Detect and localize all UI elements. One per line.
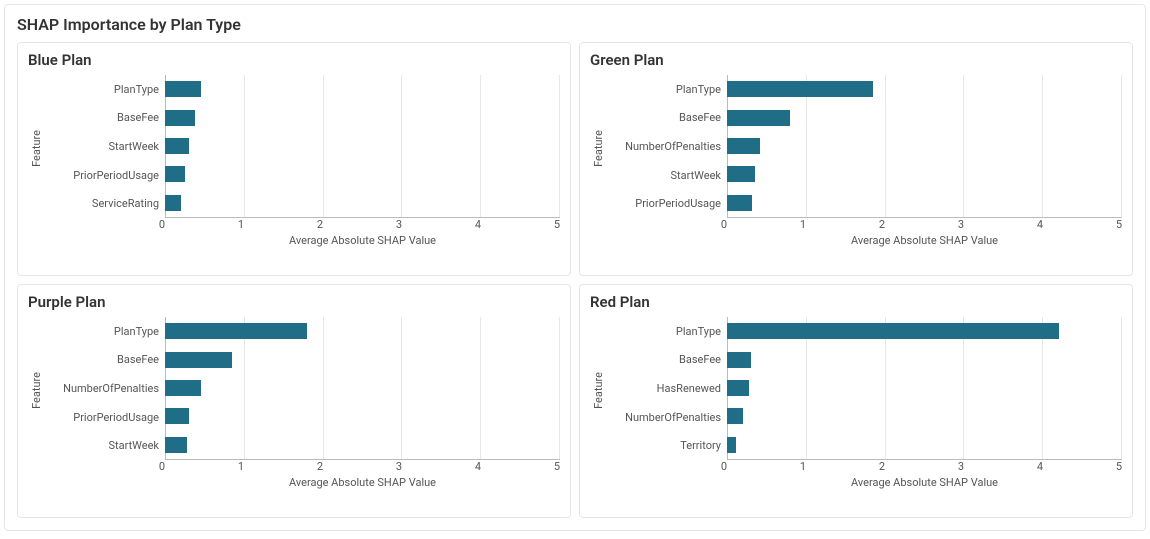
panel-title: Blue Plan [28, 51, 560, 69]
chart-body: Feature PlanType BaseFee NumberOfPenalties S… [590, 75, 1122, 250]
category-label: HasRenewed [657, 382, 721, 395]
x-axis: 012345 Average Absolute SHAP Value [727, 460, 1122, 492]
x-ticks: 012345 [727, 218, 1122, 232]
chart-body: FeaturePlanTypeBaseFeeNumberOfPenaltiesP… [28, 317, 560, 492]
bars-region [165, 317, 560, 460]
chart-panel: Purple Plan Feature PlanType BaseFee NumberO… [17, 284, 571, 518]
x-axis-label: Average Absolute SHAP Value [165, 234, 560, 247]
category-label: PriorPeriodUsage [635, 197, 721, 210]
bar [165, 166, 185, 182]
y-axis-label: Feature [590, 372, 607, 409]
bar [165, 323, 307, 339]
bar [727, 323, 1059, 339]
x-ticks: 012345 [165, 218, 560, 232]
chart-panel: Red Plan Feature PlanType BaseFee HasRenewed… [579, 284, 1133, 518]
x-axis-label: Average Absolute SHAP Value [727, 234, 1122, 247]
category-label: PlanType [676, 325, 721, 338]
bars-region [165, 75, 560, 218]
bar [727, 81, 873, 97]
x-axis-label: Average Absolute SHAP Value [165, 476, 560, 489]
plot: PlanType BaseFee StartWeek PriorPeriodUsage… [45, 75, 560, 250]
bars-region [727, 317, 1122, 460]
x-axis-label: Average Absolute SHAP Value [727, 476, 1122, 489]
chart-panel: Green Plan Feature PlanType BaseFee NumberOf… [579, 42, 1133, 276]
bar [727, 408, 743, 424]
bar [165, 81, 201, 97]
category-label: PlanType [114, 83, 159, 96]
y-axis-label: Feature [28, 372, 45, 409]
dashboard-panel: SHAP Importance by Plan Type Blue Plan Fe… [4, 4, 1146, 531]
bar [165, 110, 195, 126]
category-label: NumberOfPenalties [625, 411, 721, 424]
bar [165, 380, 201, 396]
x-axis: 012345 Average Absolute SHAP Value [727, 218, 1122, 250]
bar [727, 437, 736, 453]
category-label: ServiceRating [92, 197, 159, 210]
plot-area: PlanType BaseFee NumberOfPenalties StartWee… [607, 75, 1122, 218]
category-label: PlanType [114, 325, 159, 338]
bar [727, 110, 790, 126]
category-label: StartWeek [108, 439, 159, 452]
bar [727, 352, 751, 368]
plot: PlanType BaseFee HasRenewed NumberOfPenalti… [607, 317, 1122, 492]
panel-title: Red Plan [590, 293, 1122, 311]
bar [165, 408, 189, 424]
bar [727, 195, 752, 211]
plot-area: PlanType BaseFee NumberOfPenalties PriorPer… [45, 317, 560, 460]
category-labels: PlanType BaseFee StartWeek PriorPeriodUsage… [45, 75, 165, 218]
bars [165, 317, 560, 459]
bar [165, 437, 187, 453]
bars [727, 75, 1122, 217]
plot-area: PlanType BaseFee StartWeek PriorPeriodUsage… [45, 75, 560, 218]
bars-region [727, 75, 1122, 218]
category-labels: PlanType BaseFee NumberOfPenalties StartWee… [607, 75, 727, 218]
category-label: NumberOfPenalties [63, 382, 159, 395]
category-label: StartWeek [670, 169, 721, 182]
chart-grid: Blue Plan Feature PlanType BaseFee StartWeek… [17, 42, 1133, 518]
bar [727, 380, 749, 396]
category-label: BaseFee [679, 353, 721, 366]
panel-title: Green Plan [590, 51, 1122, 69]
chart-panel: Blue Plan Feature PlanType BaseFee StartWeek… [17, 42, 571, 276]
x-ticks: 012345 [727, 460, 1122, 474]
chart-body: Feature PlanType BaseFee HasRenewed NumberOf… [590, 317, 1122, 492]
bar [165, 352, 232, 368]
bar [727, 166, 755, 182]
bars [165, 75, 560, 217]
category-labels: PlanType BaseFee HasRenewed NumberOfPenalti… [607, 317, 727, 460]
plot: PlanType BaseFee NumberOfPenalties StartWee… [607, 75, 1122, 250]
bars [727, 317, 1122, 459]
plot-area: PlanType BaseFee HasRenewed NumberOfPenalti… [607, 317, 1122, 460]
category-label: PriorPeriodUsage [73, 411, 159, 424]
plot: PlanType BaseFee NumberOfPenalties PriorPer… [45, 317, 560, 492]
category-label: NumberOfPenalties [625, 140, 721, 153]
category-label: PriorPeriodUsage [73, 169, 159, 182]
panel-title: Purple Plan [28, 293, 560, 311]
category-label: BaseFee [679, 111, 721, 124]
category-label: BaseFee [117, 111, 159, 124]
category-labels: PlanType BaseFee NumberOfPenalties PriorPer… [45, 317, 165, 460]
x-ticks: 012345 [165, 460, 560, 474]
y-axis-label: Feature [590, 130, 607, 167]
chart-body: Feature PlanType BaseFee StartWeek PriorPeri… [28, 75, 560, 250]
main-title: SHAP Importance by Plan Type [17, 15, 1133, 34]
x-axis: 012345 Average Absolute SHAP Value [165, 460, 560, 492]
category-label: PlanType [676, 83, 721, 96]
x-axis: 012345 Average Absolute SHAP Value [165, 218, 560, 250]
category-label: StartWeek [108, 140, 159, 153]
bar [165, 195, 181, 211]
bar [165, 138, 189, 154]
y-axis-label: Feature [28, 130, 45, 167]
category-label: Territory [680, 439, 721, 452]
category-label: BaseFee [117, 353, 159, 366]
bar [727, 138, 760, 154]
